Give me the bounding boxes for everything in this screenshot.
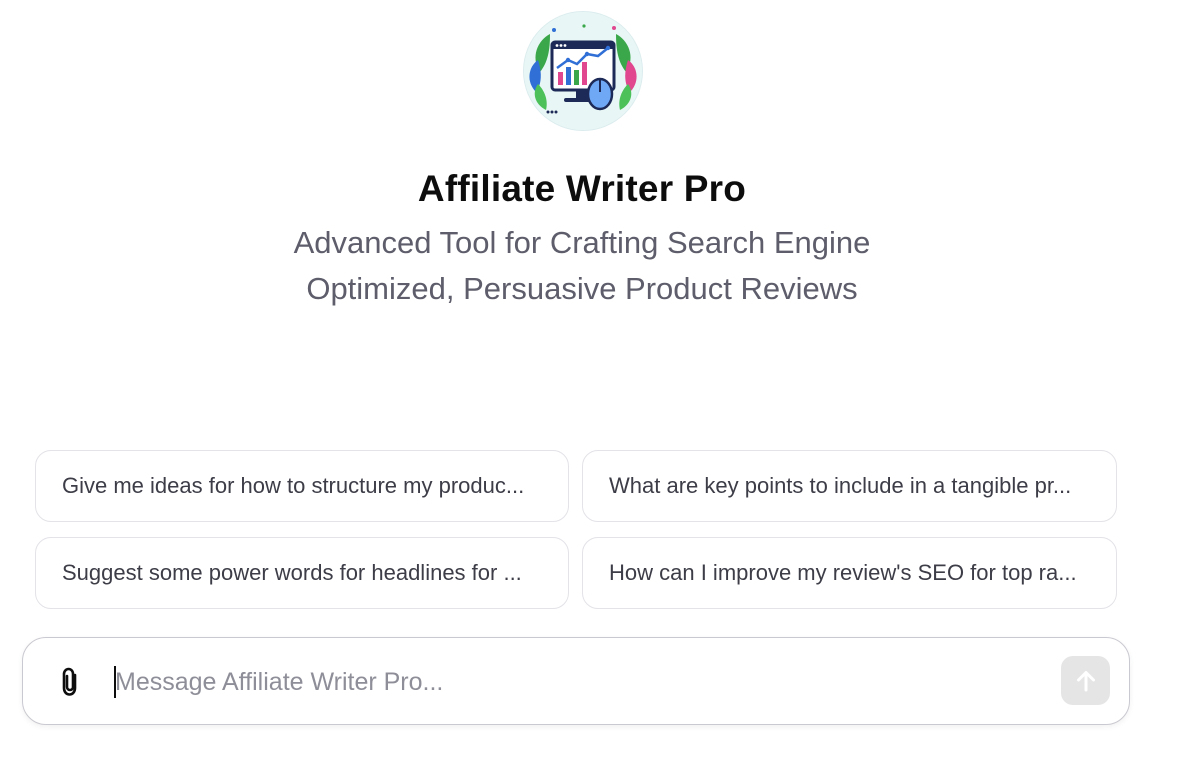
arrow-up-icon (1076, 670, 1095, 691)
gpt-description: Advanced Tool for Crafting Search Engine… (0, 220, 1164, 312)
send-button[interactable] (1061, 656, 1110, 705)
suggestion-chip-3[interactable]: Suggest some power words for headlines f… (35, 537, 569, 609)
gpt-title: Affiliate Writer Pro (417, 168, 747, 209)
suggestion-chip-2[interactable]: What are key points to include in a tang… (582, 450, 1117, 522)
gpt-description-line-2: Optimized, Persuasive Product Reviews (306, 271, 858, 306)
suggestion-chip-label: What are key points to include in a tang… (609, 473, 1072, 498)
analytics-monitor-leaves-icon (524, 12, 642, 130)
suggestion-chip-label: Suggest some power words for headlines f… (62, 560, 522, 585)
gpt-landing: Affiliate Writer Pro Advanced Tool for C… (0, 0, 1180, 770)
suggestion-chip-1[interactable]: Give me ideas for how to structure my pr… (35, 450, 569, 522)
suggestion-chip-label: How can I improve my review's SEO for to… (609, 560, 1077, 585)
attach-file-button[interactable] (53, 664, 87, 700)
suggestion-chip-4[interactable]: How can I improve my review's SEO for to… (582, 537, 1117, 609)
message-input[interactable] (115, 660, 1035, 704)
gpt-description-line-1: Advanced Tool for Crafting Search Engine (293, 225, 871, 260)
suggestion-chip-label: Give me ideas for how to structure my pr… (62, 473, 525, 498)
paperclip-icon (62, 667, 77, 696)
message-composer (22, 637, 1130, 725)
gpt-avatar (524, 12, 642, 130)
